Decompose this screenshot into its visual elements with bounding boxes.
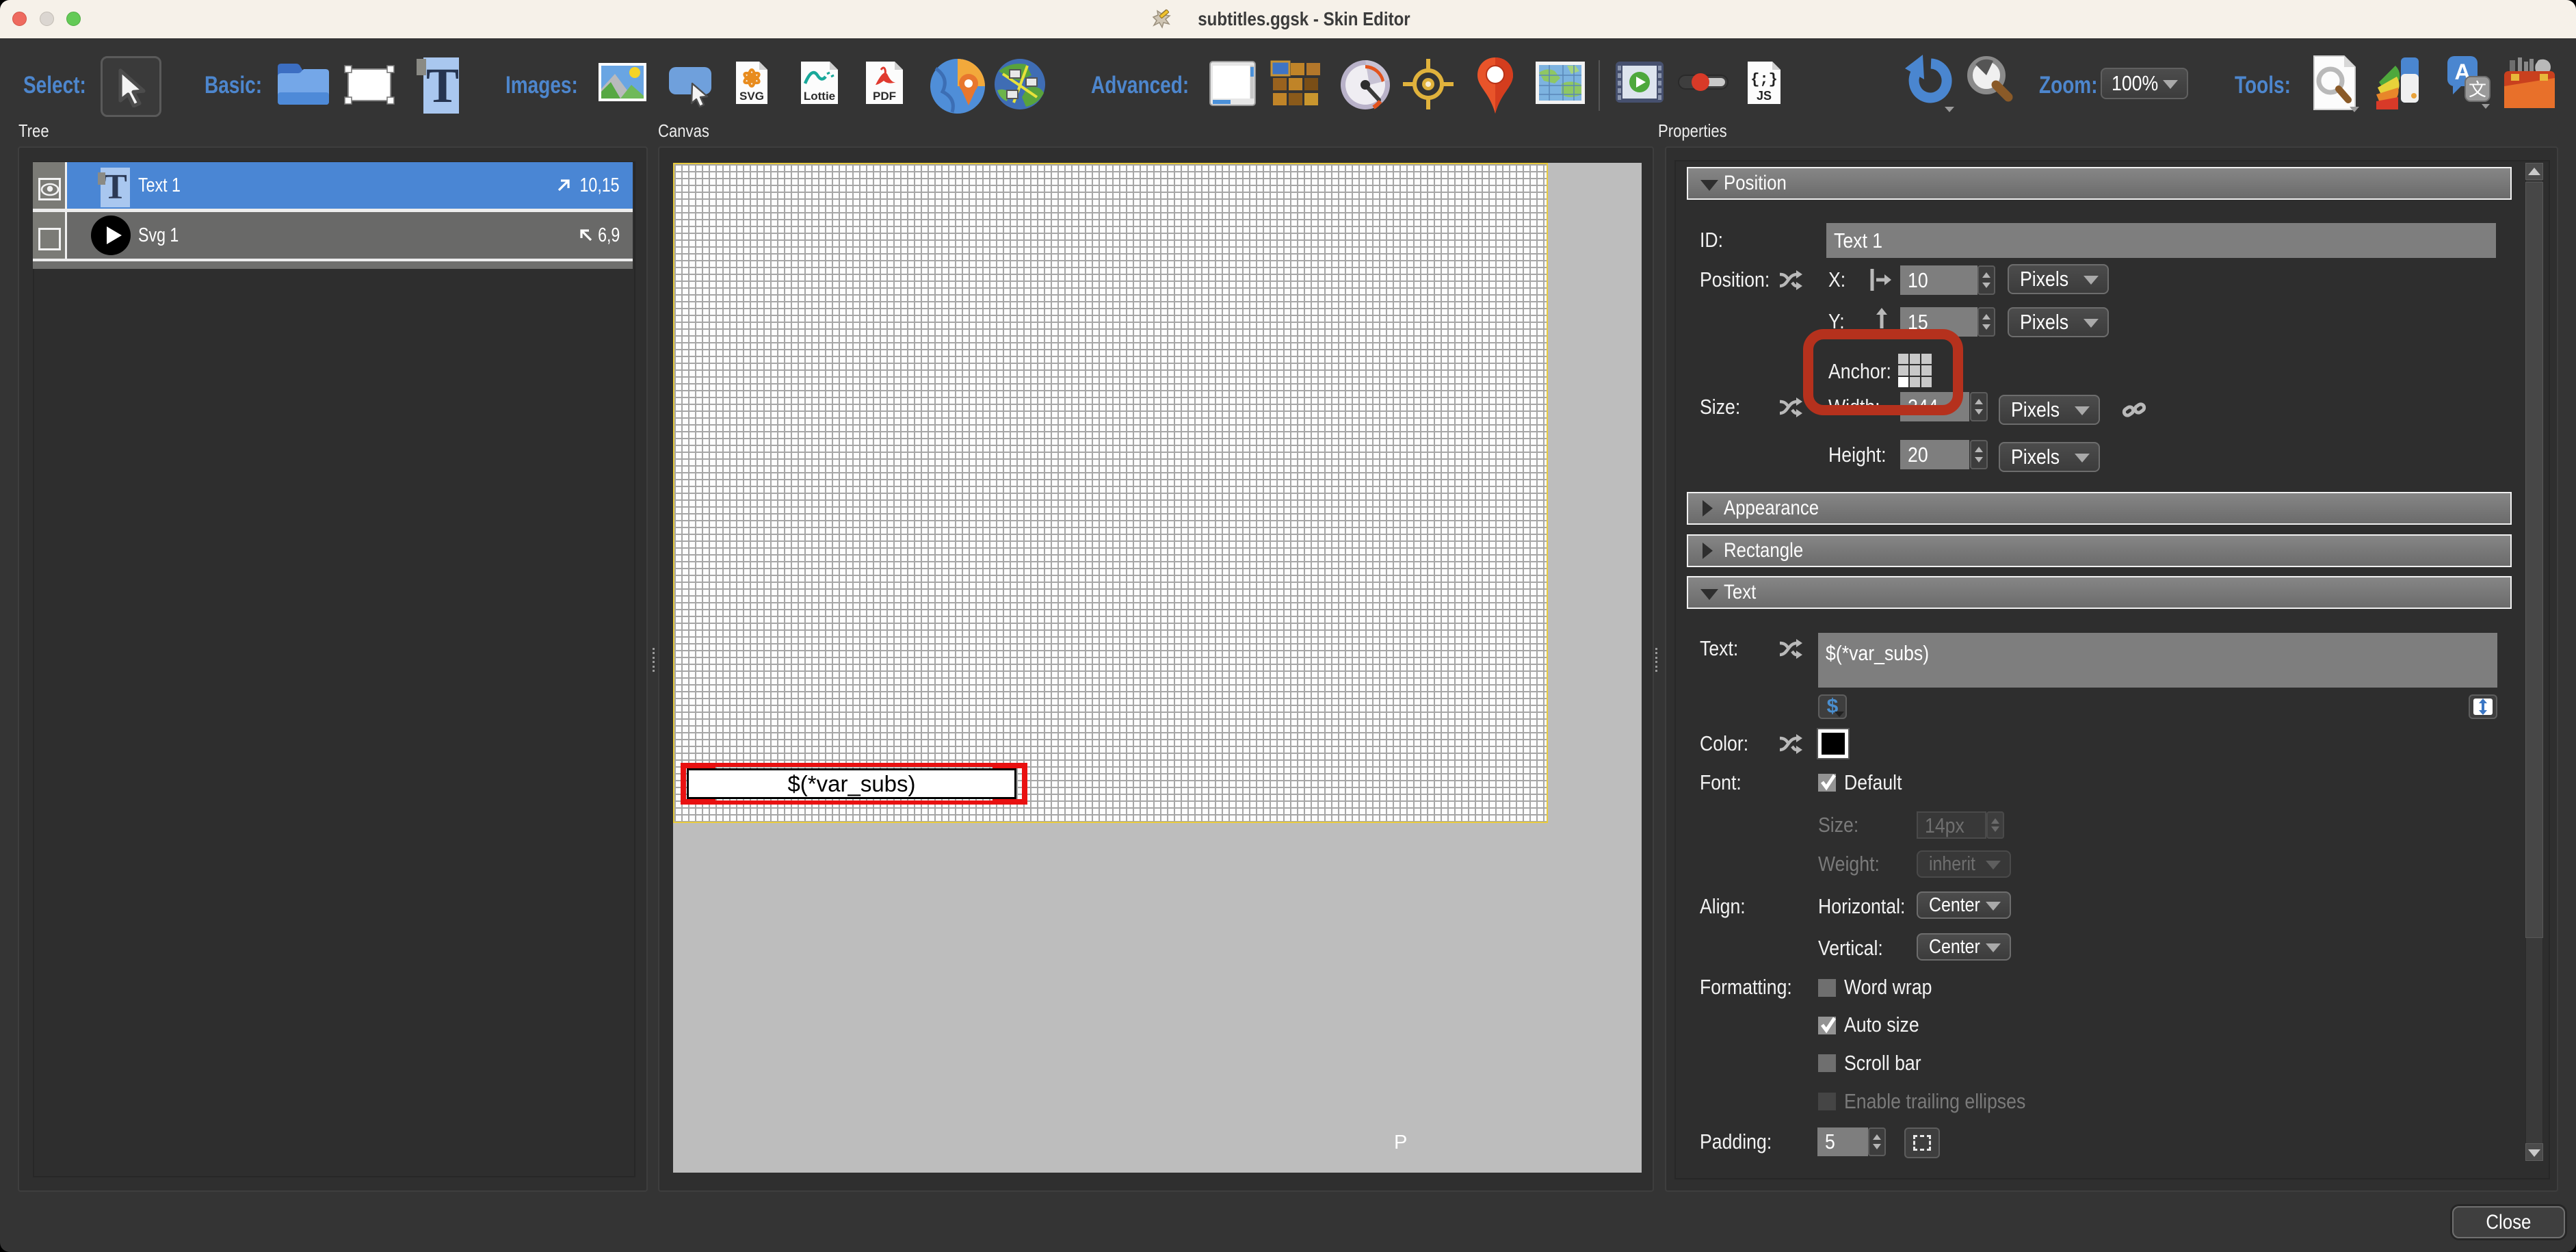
svg-text:Lottie: Lottie [804, 90, 835, 103]
svg-text:SVG: SVG [739, 90, 764, 103]
svg-text:文: 文 [2469, 79, 2486, 100]
svg-text:JS: JS [1757, 89, 1772, 103]
svg-text:PDF: PDF [873, 90, 896, 103]
svg-text:{;}: {;} [1750, 71, 1778, 88]
